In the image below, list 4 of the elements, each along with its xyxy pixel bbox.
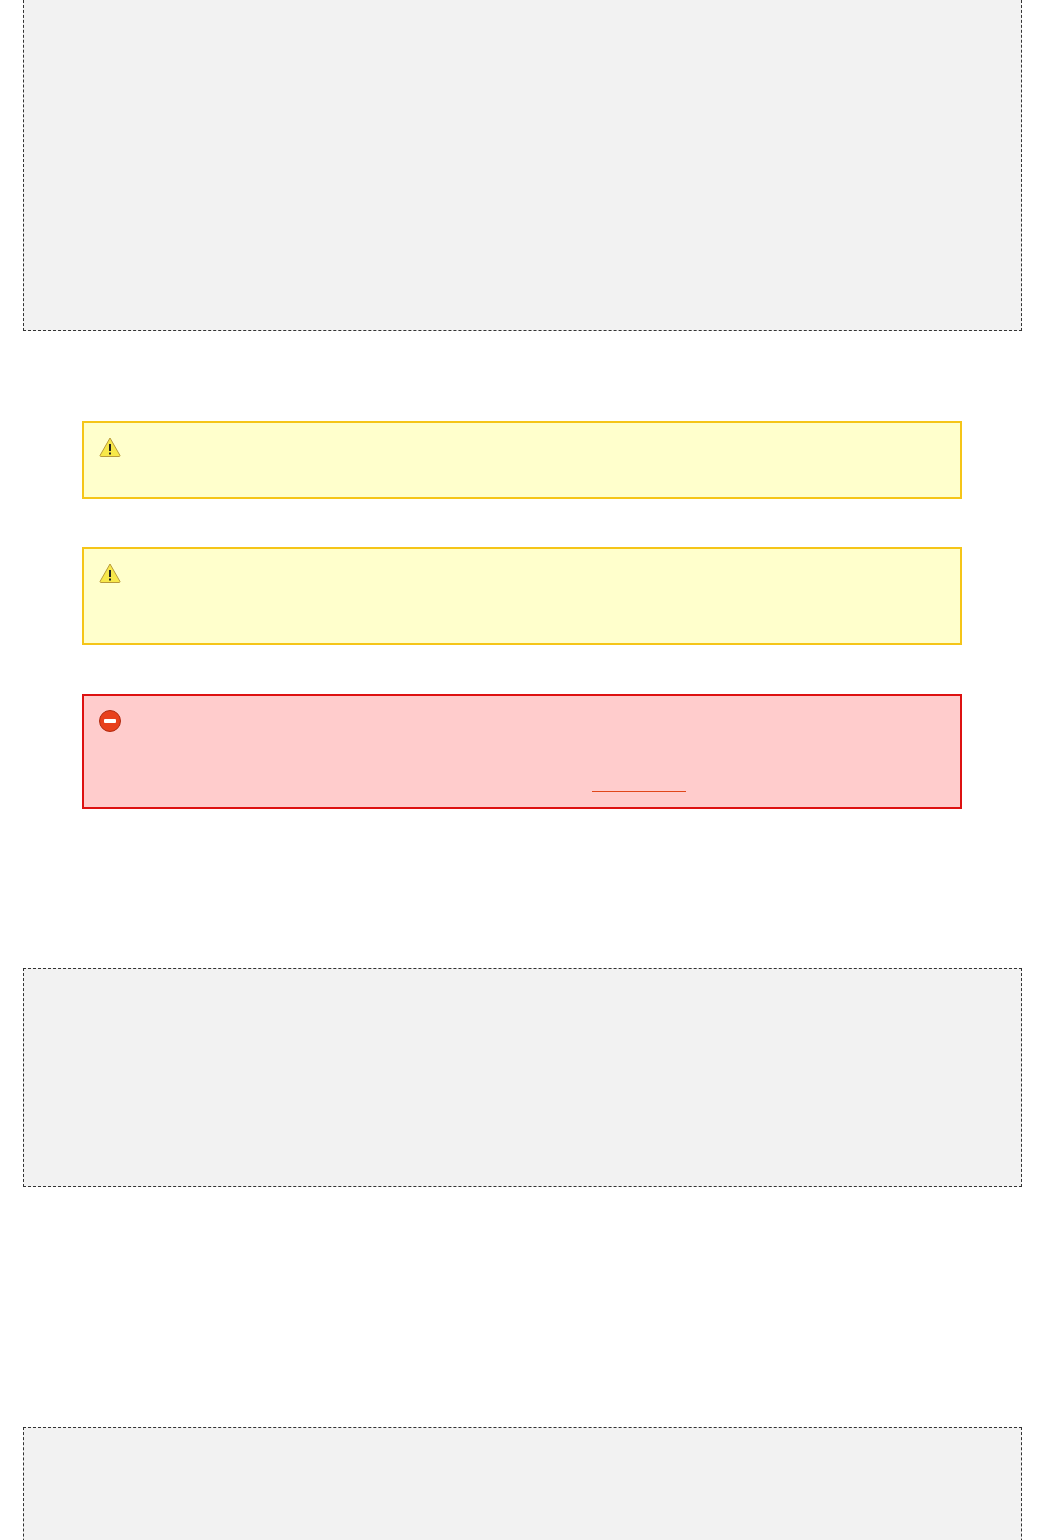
warning-icon [99,437,121,457]
error-icon [99,710,121,732]
link-underline[interactable] [592,791,686,792]
warning-icon [99,563,121,583]
